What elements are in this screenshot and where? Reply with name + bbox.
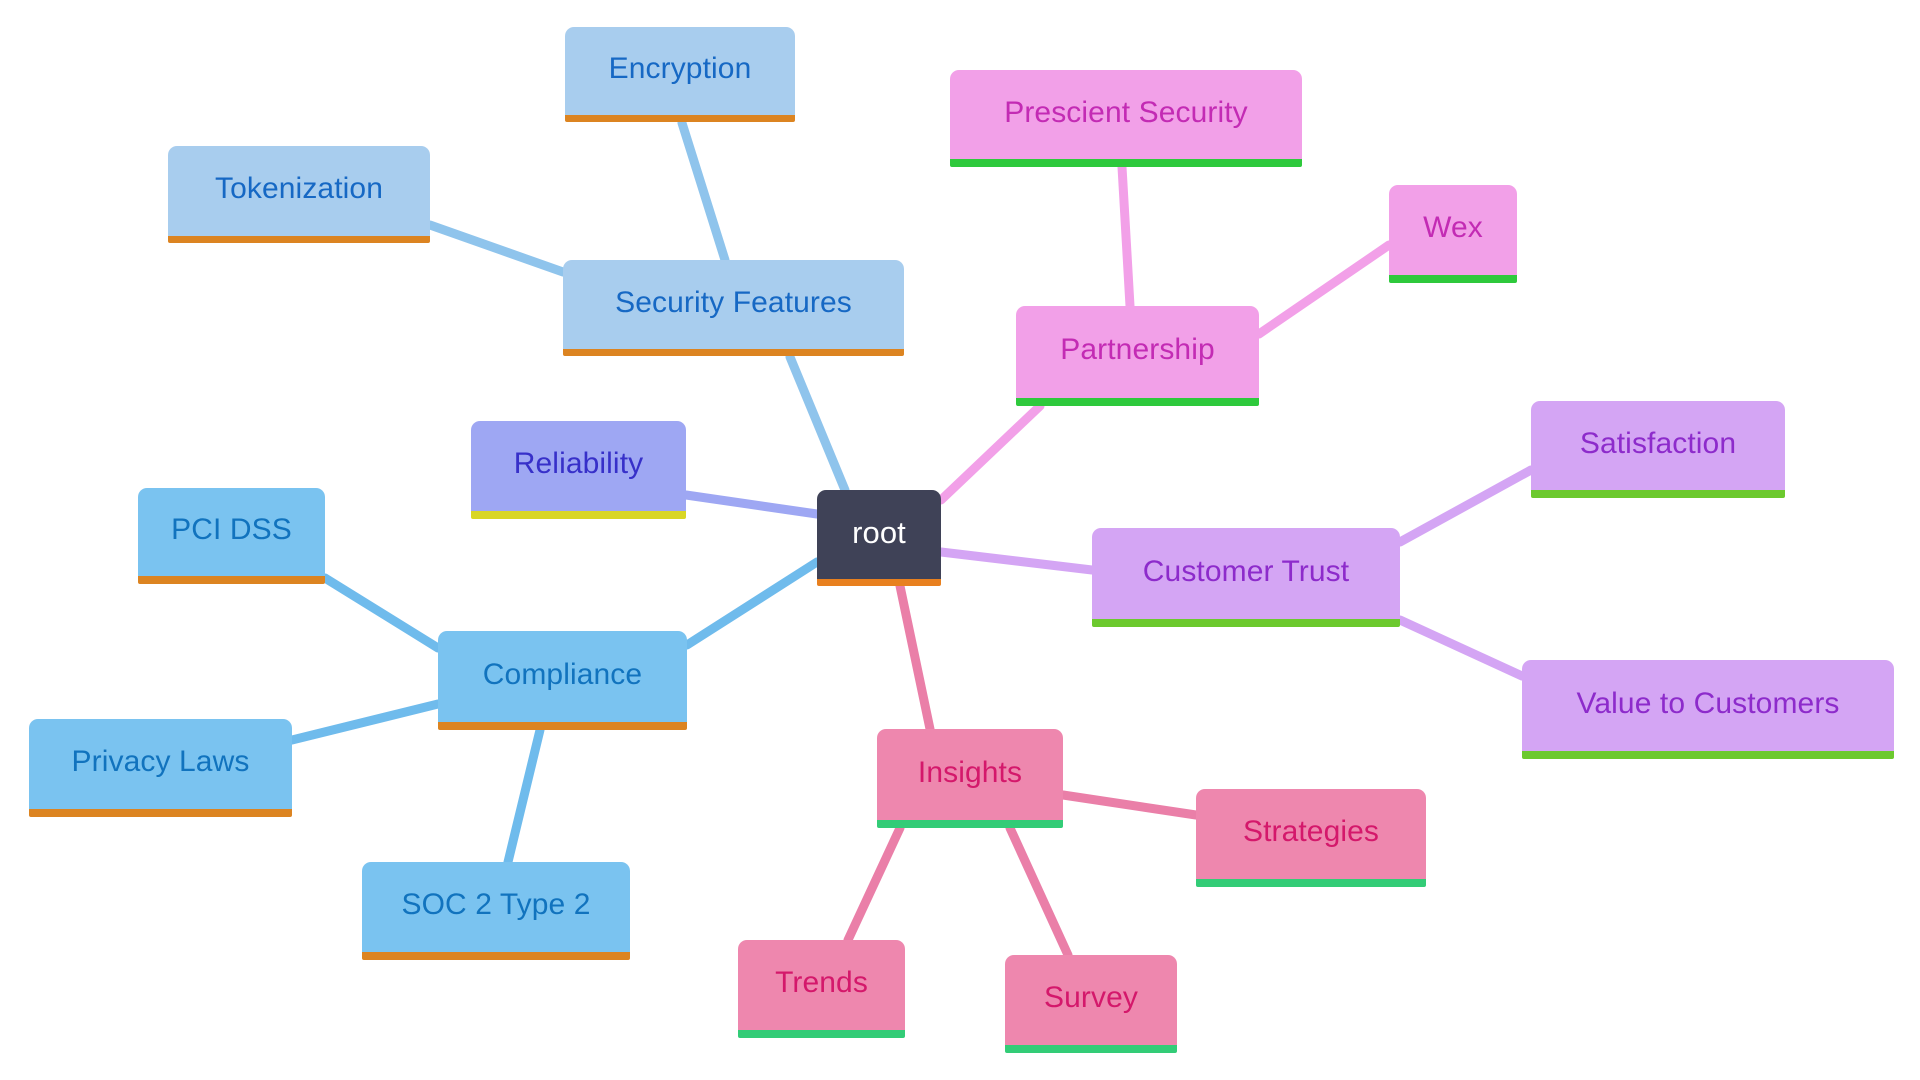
node-value-to-customers[interactable]: Value to Customers bbox=[1522, 660, 1894, 759]
node-insights[interactable]: Insights bbox=[877, 729, 1063, 828]
node-strategies[interactable]: Strategies bbox=[1196, 789, 1426, 887]
edge-customer-trust-to-value-to-customers bbox=[1395, 615, 1527, 681]
edge-root-to-insights bbox=[895, 581, 935, 734]
node-soc-2-type-2[interactable]: SOC 2 Type 2 bbox=[362, 862, 630, 960]
edge-customer-trust-to-satisfaction bbox=[1395, 465, 1536, 547]
edge-root-to-reliability bbox=[681, 490, 822, 519]
node-prescient-security[interactable]: Prescient Security bbox=[950, 70, 1302, 167]
node-label-compliance: Compliance bbox=[482, 657, 643, 691]
node-label-privacy-laws: Privacy Laws bbox=[71, 745, 250, 778]
node-partnership[interactable]: Partnership bbox=[1016, 306, 1259, 406]
node-label-value-to-customers: Value to Customers bbox=[1576, 686, 1840, 720]
node-tokenization[interactable]: Tokenization bbox=[168, 146, 430, 243]
node-trends[interactable]: Trends bbox=[738, 940, 905, 1038]
edge-compliance-to-privacy-laws bbox=[287, 699, 443, 745]
edge-root-to-customer-trust bbox=[936, 547, 1097, 575]
node-label-soc-2-type-2: SOC 2 Type 2 bbox=[401, 888, 591, 921]
edge-insights-to-strategies bbox=[1058, 790, 1201, 820]
edge-root-to-compliance bbox=[682, 557, 822, 650]
node-label-partnership: Partnership bbox=[1060, 333, 1215, 366]
node-label-wex: Wex bbox=[1423, 211, 1483, 244]
edge-compliance-to-soc-2-type-2 bbox=[503, 725, 545, 867]
node-customer-trust[interactable]: Customer Trust bbox=[1092, 528, 1400, 627]
node-label-root: root bbox=[852, 515, 906, 550]
edge-root-to-security-features bbox=[785, 352, 850, 495]
edge-insights-to-survey bbox=[1005, 823, 1073, 960]
node-label-satisfaction: Satisfaction bbox=[1579, 426, 1737, 460]
node-compliance[interactable]: Compliance bbox=[438, 631, 687, 730]
node-label-pci-dss: PCI DSS bbox=[171, 513, 292, 546]
edge-security-features-to-tokenization bbox=[425, 220, 568, 277]
edge-root-to-partnership bbox=[936, 401, 1045, 505]
node-label-strategies: Strategies bbox=[1242, 815, 1380, 848]
node-wex[interactable]: Wex bbox=[1389, 185, 1517, 283]
node-label-security-features: Security Features bbox=[615, 285, 852, 319]
edge-partnership-to-prescient-security bbox=[1117, 162, 1135, 311]
node-label-prescient-security: Prescient Security bbox=[1004, 95, 1248, 129]
node-label-customer-trust: Customer Trust bbox=[1142, 554, 1350, 588]
node-satisfaction[interactable]: Satisfaction bbox=[1531, 401, 1785, 498]
node-label-encryption: Encryption bbox=[608, 52, 752, 85]
edge-insights-to-trends bbox=[843, 823, 905, 945]
edge-security-features-to-encryption bbox=[677, 118, 730, 265]
node-encryption[interactable]: Encryption bbox=[565, 27, 795, 122]
node-root[interactable]: root bbox=[817, 490, 941, 586]
node-label-trends: Trends bbox=[775, 966, 868, 999]
node-label-tokenization: Tokenization bbox=[215, 172, 383, 205]
node-label-reliability: Reliability bbox=[513, 447, 644, 480]
node-privacy-laws[interactable]: Privacy Laws bbox=[29, 719, 292, 817]
node-label-insights: Insights bbox=[917, 755, 1023, 789]
node-security-features[interactable]: Security Features bbox=[563, 260, 904, 356]
node-pci-dss[interactable]: PCI DSS bbox=[138, 488, 325, 584]
node-survey[interactable]: Survey bbox=[1005, 955, 1177, 1053]
mind-map-canvas: root Security Features Encryption Tokenizat… bbox=[0, 0, 1920, 1080]
node-reliability[interactable]: Reliability bbox=[471, 421, 686, 519]
node-label-survey: Survey bbox=[1044, 981, 1138, 1014]
edge-compliance-to-pci-dss bbox=[320, 573, 443, 653]
edge-partnership-to-wex bbox=[1254, 240, 1394, 339]
